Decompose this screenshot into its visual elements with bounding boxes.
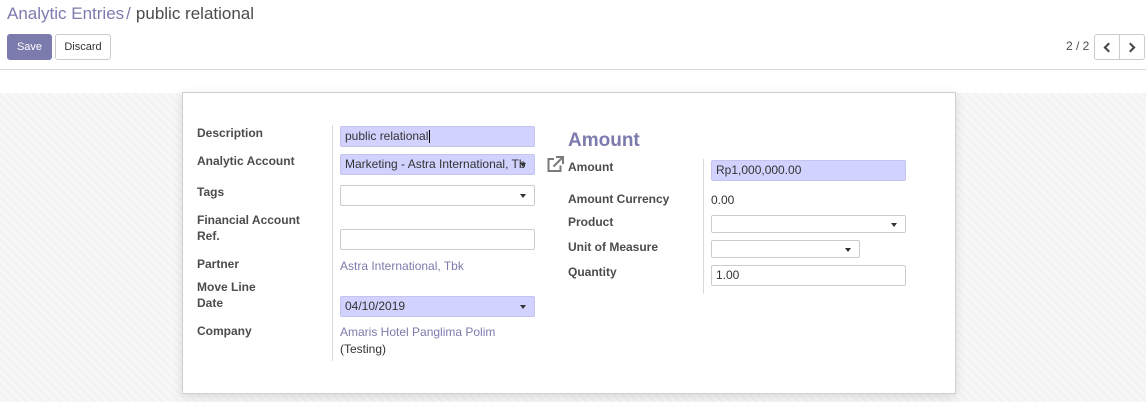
financial-ref-label-line2: Ref. — [197, 229, 220, 243]
uom-label: Unit of Measure — [568, 240, 659, 254]
dropdown-caret-icon — [845, 248, 851, 252]
dropdown-caret-icon — [520, 194, 526, 198]
quantity-label: Quantity — [568, 265, 617, 279]
analytic-account-label: Analytic Account — [197, 154, 295, 168]
amount-currency-label: Amount Currency — [568, 192, 670, 206]
form-sheet: Description Analytic Account Tags Financ… — [182, 92, 956, 394]
dropdown-caret-icon — [520, 305, 526, 309]
pager-value[interactable]: 2 / 2 — [1066, 39, 1089, 53]
analytic-account-select[interactable]: Marketing - Astra International, Tb — [340, 154, 535, 175]
product-select[interactable] — [711, 215, 906, 233]
breadcrumb-parent-link[interactable]: Analytic Entries — [7, 4, 124, 23]
breadcrumb-separator: / — [126, 4, 131, 23]
pager-previous-button[interactable] — [1094, 34, 1120, 60]
external-link-icon[interactable] — [546, 156, 564, 173]
control-panel: Analytic Entries / public relational Save … — [0, 0, 1146, 70]
dropdown-caret-icon — [520, 163, 526, 167]
move-line-date-input[interactable]: 04/10/2019 — [340, 296, 535, 317]
breadcrumb: Analytic Entries / public relational — [7, 4, 254, 24]
description-input[interactable]: public relational — [340, 126, 535, 147]
move-line-date-label-line2: Date — [197, 296, 224, 310]
partner-link[interactable]: Astra International, Tbk — [340, 258, 464, 274]
chevron-left-icon — [1103, 42, 1114, 52]
move-line-date-label-line1: Move Line — [197, 280, 256, 294]
right-group-divider — [703, 159, 704, 294]
uom-select[interactable] — [711, 240, 860, 258]
partner-label: Partner — [197, 257, 240, 271]
pager-next-button[interactable] — [1119, 34, 1145, 60]
tags-select[interactable] — [340, 185, 535, 206]
quantity-input[interactable]: 1.00 — [711, 265, 906, 286]
tags-label: Tags — [197, 185, 225, 199]
left-group-divider — [332, 125, 333, 361]
amount-group-title: Amount — [568, 130, 640, 151]
amount-input[interactable]: Rp1,000,000.00 — [711, 160, 906, 181]
company-link[interactable]: Amaris Hotel Panglima Polim — [340, 324, 495, 340]
save-button[interactable]: Save — [7, 34, 52, 60]
description-label: Description — [197, 126, 264, 140]
dropdown-caret-icon — [891, 223, 897, 227]
chevron-right-icon — [1125, 42, 1136, 52]
company-label: Company — [197, 324, 252, 338]
amount-label: Amount — [568, 160, 614, 174]
breadcrumb-current: public relational — [135, 4, 255, 23]
financial-ref-input[interactable] — [340, 229, 535, 250]
amount-currency-value: 0.00 — [711, 193, 735, 207]
company-suffix: (Testing) — [340, 342, 387, 356]
discard-button[interactable]: Discard — [55, 34, 111, 60]
product-label: Product — [568, 215, 614, 229]
text-cursor — [429, 130, 431, 144]
financial-ref-label-line1: Financial Account — [197, 213, 300, 227]
